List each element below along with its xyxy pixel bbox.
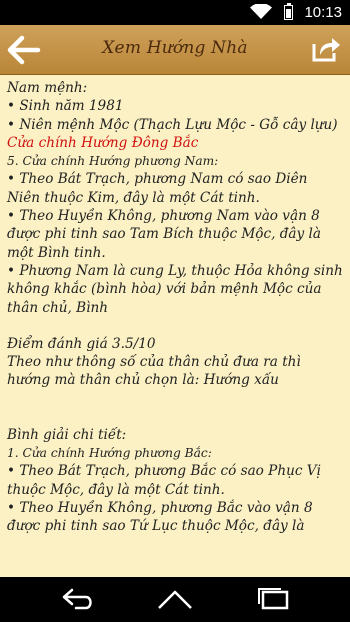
share-icon[interactable] xyxy=(310,34,342,64)
content-area[interactable]: Nam mệnh: • Sinh năm 1981 • Niên mệnh Mộ… xyxy=(0,75,350,577)
main-door-heading: Cửa chính Hướng Đông Bắc xyxy=(7,134,199,151)
page-title: Xem Hướng Nhà xyxy=(102,38,248,58)
item1-bat-trach: • Theo Bát Trạch, phương Bắc có sao Phục… xyxy=(7,463,321,498)
item5-title: 5. Cửa chính Hướng phương Nam: xyxy=(7,154,219,169)
back-nav-icon[interactable] xyxy=(58,587,96,615)
recent-apps-icon[interactable] xyxy=(255,587,293,615)
score-note: Theo như thông số của thân chủ đưa ra th… xyxy=(7,354,301,389)
item5-ly: • Phương Nam là cung Ly, thuộc Hỏa không… xyxy=(7,262,343,316)
home-nav-icon[interactable] xyxy=(155,587,195,615)
item1-huyen-khong: • Theo Huyền Không, phương Bắc vào vận 8… xyxy=(7,499,313,535)
battery-charging-icon xyxy=(284,3,293,20)
nien-menh: • Niên mệnh Mộc (Thạch Lựu Mộc - Gỗ cây … xyxy=(7,116,338,133)
navigation-bar xyxy=(0,577,350,622)
score: Điểm đánh giá 3.5/10 xyxy=(7,335,156,352)
item1-title: 1. Cửa chính Hướng phương Bắc: xyxy=(7,446,212,461)
item5-huyen-khong: • Theo Huyền Không, phương Nam vào vận 8… xyxy=(7,208,321,261)
birth-year: • Sinh năm 1981 xyxy=(7,98,124,115)
wifi-icon xyxy=(250,3,272,24)
detail-heading: Bình giải chi tiết: xyxy=(7,426,127,443)
status-time: 10:13 xyxy=(304,4,342,21)
app-bar: Xem Hướng Nhà xyxy=(0,25,350,75)
item5-bat-trach: • Theo Bát Trạch, phương Nam có sao Diên… xyxy=(7,171,308,206)
status-bar: 10:13 xyxy=(0,0,350,25)
result-text: Nam mệnh: • Sinh năm 1981 • Niên mệnh Mộ… xyxy=(0,75,350,536)
menh-heading: Nam mệnh: xyxy=(7,80,88,96)
